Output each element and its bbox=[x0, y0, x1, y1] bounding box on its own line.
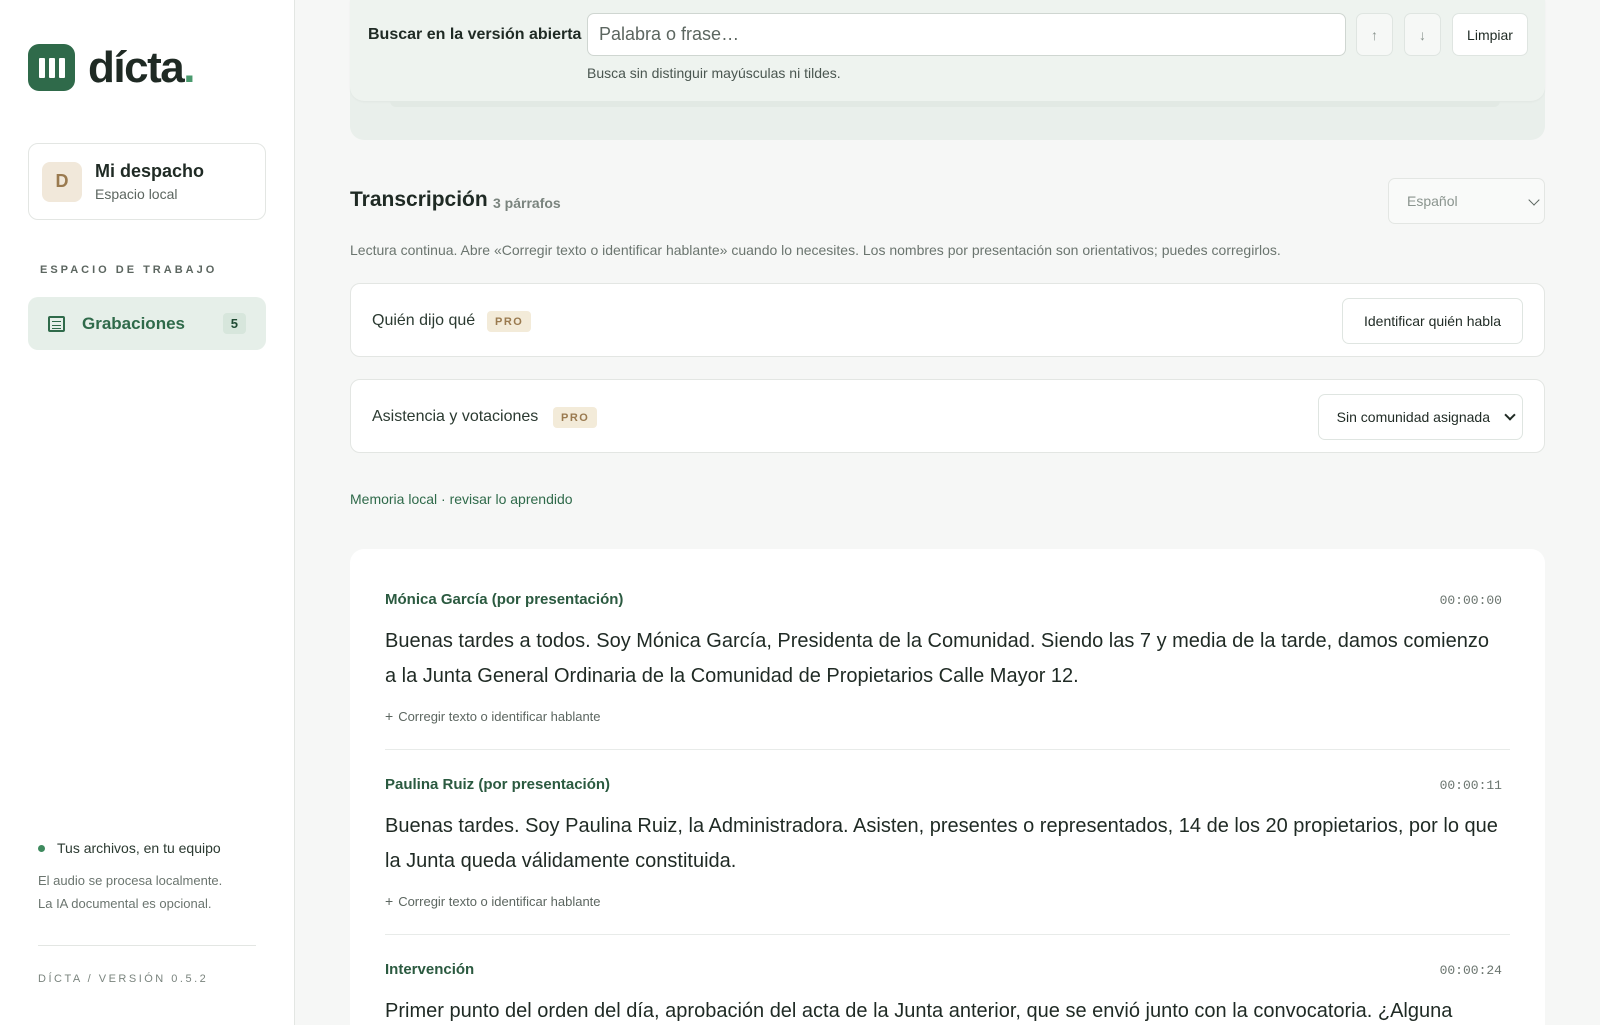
paragraph-speaker[interactable]: Mónica García (por presentación) bbox=[385, 591, 1510, 608]
paragraph-speaker[interactable]: Paulina Ruiz (por presentación) bbox=[385, 776, 1510, 793]
transcript-note: Lectura continua. Abre «Corregir texto o… bbox=[350, 242, 1281, 258]
paragraph-timestamp[interactable]: 00:00:11 bbox=[1440, 778, 1502, 793]
paragraph-text: Buenas tardes. Soy Paulina Ruiz, la Admi… bbox=[385, 815, 1498, 872]
edit-paragraph-link[interactable]: + Corregir texto o identificar hablante bbox=[385, 893, 1510, 909]
workspace-avatar: D bbox=[42, 161, 82, 202]
search-clear-button[interactable]: Limpiar bbox=[1452, 13, 1528, 56]
sidebar-item-label: Grabaciones bbox=[82, 313, 185, 333]
plus-icon: + bbox=[385, 708, 394, 724]
identify-speaker-button[interactable]: Identificar quién habla bbox=[1342, 298, 1523, 344]
transcript-paragraph: Intervención 00:00:24 Primer punto del o… bbox=[385, 961, 1510, 1025]
search-prev-button[interactable]: ↑ bbox=[1356, 13, 1393, 56]
chevron-down-icon bbox=[1528, 194, 1540, 206]
transcript-paragraph: Mónica García (por presentación) 00:00:0… bbox=[385, 591, 1510, 724]
brand-logo[interactable]: dícta. bbox=[28, 43, 195, 92]
pro-badge: PRO bbox=[553, 407, 598, 428]
pro-badge: PRO bbox=[487, 311, 532, 332]
language-select-value: Español bbox=[1407, 193, 1458, 209]
identify-speaker-label: Identificar quién habla bbox=[1364, 313, 1501, 329]
privacy-line-2: La IA documental es opcional. bbox=[38, 896, 212, 911]
workspace-name: Mi despacho bbox=[95, 161, 205, 181]
search-panel-edge bbox=[390, 101, 1500, 107]
brand-dot: . bbox=[183, 43, 195, 92]
workspace-subtitle: Espacio local bbox=[95, 186, 178, 202]
search-label: Buscar en la versión abierta bbox=[368, 26, 582, 43]
edit-paragraph-label: Corregir texto o identificar hablante bbox=[398, 708, 601, 724]
paragraph-divider bbox=[385, 749, 1510, 750]
brand-name: dícta bbox=[88, 43, 185, 92]
paragraph-text: Buenas tardes a todos. Soy Mónica García… bbox=[385, 630, 1489, 687]
plus-icon: + bbox=[385, 893, 394, 909]
search-panel: Buscar en la versión abierta ↑ ↓ Limpiar… bbox=[350, 0, 1545, 140]
paragraph-divider bbox=[385, 934, 1510, 935]
chevron-down-icon bbox=[1504, 408, 1516, 421]
app-version: DÍCTA / VERSIÓN 0.5.2 bbox=[38, 973, 209, 985]
sidebar: dícta. D Mi despacho Espacio local ESPAC… bbox=[0, 0, 295, 1025]
privacy-line-1: El audio se procesa localmente. bbox=[38, 873, 223, 888]
community-select-value: Sin comunidad asignada bbox=[1336, 409, 1490, 425]
community-select[interactable]: Sin comunidad asignada bbox=[1317, 394, 1523, 440]
paragraph-timestamp[interactable]: 00:00:00 bbox=[1440, 593, 1502, 608]
speaker-identification-card: Quién dijo qué PRO Identificar quién hab… bbox=[350, 283, 1545, 357]
sidebar-item-grabaciones[interactable]: Grabaciones 5 bbox=[28, 297, 266, 350]
edit-paragraph-link[interactable]: + Corregir texto o identificar hablante bbox=[385, 708, 1510, 724]
logo-mark-icon bbox=[28, 44, 75, 91]
search-input[interactable] bbox=[587, 13, 1346, 56]
transcript-paragraph: Paulina Ruiz (por presentación) 00:00:11… bbox=[385, 776, 1510, 909]
search-hint: Busca sin distinguir mayúsculas ni tilde… bbox=[587, 65, 841, 81]
privacy-info: Tus archivos, en tu equipo El audio se p… bbox=[38, 840, 258, 915]
sidebar-section-label: ESPACIO DE TRABAJO bbox=[40, 264, 218, 276]
arrow-down-icon: ↓ bbox=[1419, 26, 1426, 43]
transcript-title: Transcripción bbox=[350, 188, 488, 211]
sidebar-divider bbox=[38, 945, 256, 946]
paragraph-timestamp[interactable]: 00:00:24 bbox=[1440, 963, 1502, 978]
paragraph-speaker[interactable]: Intervención bbox=[385, 961, 1510, 978]
workspace-switcher[interactable]: D Mi despacho Espacio local bbox=[28, 143, 266, 220]
attendance-card-label: Asistencia y votaciones bbox=[372, 408, 539, 425]
privacy-title: Tus archivos, en tu equipo bbox=[57, 840, 221, 856]
edit-paragraph-label: Corregir texto o identificar hablante bbox=[398, 893, 601, 909]
status-dot-icon bbox=[38, 844, 45, 852]
recordings-list-icon bbox=[48, 315, 65, 332]
speaker-card-label: Quién dijo qué bbox=[372, 312, 476, 329]
sidebar-item-count-badge: 5 bbox=[222, 313, 246, 334]
local-memory-link[interactable]: Memoria local · revisar lo aprendido bbox=[350, 491, 573, 507]
paragraph-text: Primer punto del orden del día, aprobaci… bbox=[385, 1000, 1453, 1022]
attendance-voting-card: Asistencia y votaciones PRO Sin comunida… bbox=[350, 379, 1545, 453]
paragraph-count: 3 párrafos bbox=[493, 195, 561, 211]
search-next-button[interactable]: ↓ bbox=[1404, 13, 1441, 56]
arrow-up-icon: ↑ bbox=[1371, 26, 1378, 43]
language-select[interactable]: Español bbox=[1388, 178, 1545, 224]
transcript-paragraphs: Mónica García (por presentación) 00:00:0… bbox=[350, 549, 1545, 1025]
